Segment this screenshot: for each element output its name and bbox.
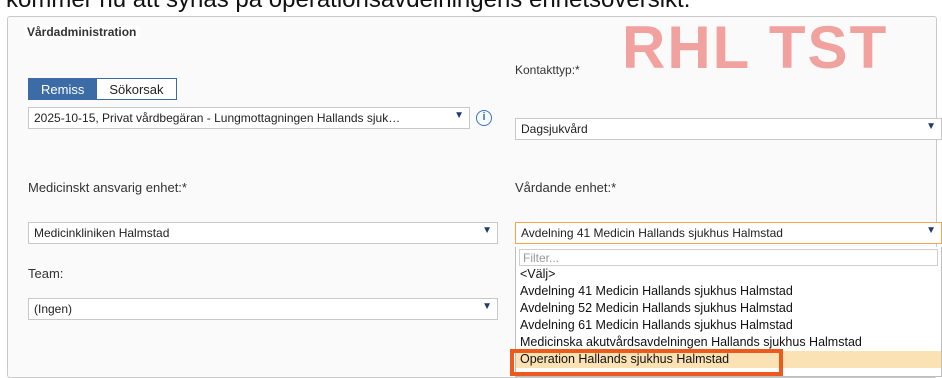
referral-select[interactable]: 2025-10-15, Privat vårdbegäran - Lungmot… [28,107,470,129]
info-icon[interactable]: i [476,110,492,126]
tab-remiss[interactable]: Remiss [28,78,98,100]
panel-title: Vårdadministration [24,25,140,39]
annotation-highlight-box [510,349,783,376]
chevron-down-icon: ▼ [926,225,936,236]
chevron-down-icon: ▼ [482,301,492,312]
environment-watermark: RHL TST [622,14,889,81]
contact-type-value: Dagsjukvård [521,122,588,136]
tab-sokorsak[interactable]: Sökorsak [97,78,177,100]
team-select[interactable]: (Ingen) ▼ [28,298,498,320]
dropdown-option[interactable]: <Välj> [516,266,941,283]
dropdown-option[interactable]: Avdelning 52 Medicin Hallands sjukhus Ha… [516,300,941,317]
chevron-down-icon: ▼ [482,225,492,236]
medical-unit-select[interactable]: Medicinkliniken Halmstad ▼ [28,222,498,244]
care-unit-value: Avdelning 41 Medicin Hallands sjukhus Ha… [521,226,783,240]
dropdown-filter-input[interactable]: Filter... [519,249,938,266]
team-value: (Ingen) [34,302,73,316]
team-label: Team: [28,266,64,281]
referral-value: 2025-10-15, Privat vårdbegäran - Lungmot… [34,111,401,125]
contact-type-label: Kontakttyp:* [515,63,580,77]
page-caption: kommer nu att synas på operationsavdelni… [6,0,690,14]
chevron-down-icon: ▼ [454,110,464,121]
mode-toggle: Remiss Sökorsak [28,78,177,100]
medical-unit-label: Medicinskt ansvarig enhet:* [28,180,187,195]
dropdown-option[interactable]: Avdelning 61 Medicin Hallands sjukhus Ha… [516,317,941,334]
dropdown-option[interactable]: Avdelning 41 Medicin Hallands sjukhus Ha… [516,283,941,300]
medical-unit-value: Medicinkliniken Halmstad [34,226,170,240]
contact-type-select[interactable]: Dagsjukvård ▼ [515,118,942,140]
chevron-down-icon: ▼ [926,121,936,132]
care-unit-select[interactable]: Avdelning 41 Medicin Hallands sjukhus Ha… [515,222,942,244]
care-unit-label: Vårdande enhet:* [515,180,617,195]
